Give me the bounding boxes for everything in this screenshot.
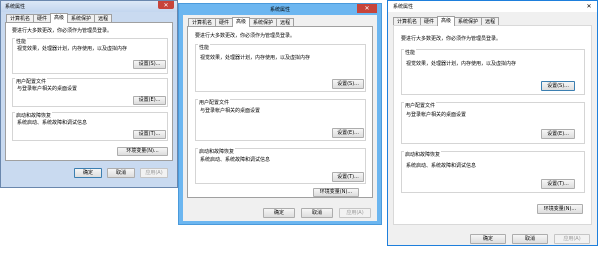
user-profiles-label: 用户配置文件 (198, 99, 231, 106)
user-profiles-desc: 与登录帐户相关的桌面设置 (200, 108, 261, 114)
performance-desc: 视觉效果，处理器计划，内存使用，以及虚拟内存 (406, 61, 517, 67)
user-profiles-group: 用户配置文件 与登录帐户相关的桌面设置 设置(E)... (401, 102, 585, 144)
performance-desc: 视觉效果，处理器计划，内存使用，以及虚拟内存 (17, 46, 128, 52)
cancel-button[interactable]: 取消 (107, 168, 135, 178)
admin-notice: 要进行大多数更改，你必须作为管理员登录。 (12, 28, 113, 34)
performance-settings-button[interactable]: 设置(S)... (133, 60, 166, 69)
startup-recovery-settings-button[interactable]: 设置(T)... (332, 172, 364, 182)
performance-desc: 视觉效果，处理器计划，内存使用，以及虚拟内存 (200, 55, 311, 61)
ok-button[interactable]: 确定 (263, 208, 295, 218)
startup-recovery-desc: 系统启动、系统故障和调试信息 (200, 157, 271, 163)
ok-button[interactable]: 确定 (470, 234, 506, 244)
title-bar: 系统属性 ✕ (179, 4, 381, 15)
admin-notice: 要进行大多数更改，你必须作为管理员登录。 (401, 36, 502, 42)
user-profiles-label: 用户配置文件 (15, 78, 48, 85)
startup-recovery-settings-button[interactable]: 设置(T)... (133, 130, 166, 139)
tab-panel-advanced: 要进行大多数更改，你必须作为管理员登录。 性能 视觉效果，处理器计划，内存使用，… (5, 22, 173, 161)
user-profiles-settings-button[interactable]: 设置(E)... (133, 96, 166, 105)
user-profiles-group: 用户配置文件 与登录帐户相关的桌面设置 设置(E)... (12, 78, 168, 107)
startup-recovery-desc: 系统启动、系统故障和调试信息 (406, 163, 477, 169)
performance-label: 性能 (15, 38, 28, 45)
user-profiles-label: 用户配置文件 (404, 102, 437, 109)
performance-label: 性能 (404, 49, 417, 56)
environment-variables-button[interactable]: 环境变量(N)... (117, 147, 168, 156)
performance-group: 性能 视觉效果，处理器计划，内存使用，以及虚拟内存 设置(S)... (401, 49, 585, 95)
startup-recovery-label: 启动和故障恢复 (198, 148, 236, 155)
apply-button: 应用(A) (554, 234, 590, 244)
startup-recovery-group: 启动和故障恢复 系统启动、系统故障和调试信息 设置(T)... (12, 112, 168, 141)
tab-panel-advanced: 要进行大多数更改，你必须作为管理员登录。 性能 视觉效果，处理器计划，内存使用，… (187, 26, 373, 198)
system-properties-window-win8: 系统属性 ✕ 计算机名 硬件 高级 系统保护 远程 要进行大多数更改，你必须作为… (178, 3, 382, 225)
close-button[interactable]: ✕ (158, 1, 174, 9)
title-bar: 系统属性 ✕ (1, 1, 177, 12)
cancel-button[interactable]: 取消 (512, 234, 548, 244)
environment-variables-button[interactable]: 环境变量(N)... (537, 204, 583, 214)
performance-label: 性能 (198, 44, 211, 51)
close-button[interactable]: ✕ (581, 1, 597, 12)
close-icon: ✕ (586, 3, 592, 10)
startup-recovery-settings-button[interactable]: 设置(T)... (541, 179, 575, 189)
tab-advanced[interactable]: 高级 (437, 16, 456, 26)
system-properties-window-win7: 系统属性 ✕ 计算机名 硬件 高级 系统保护 远程 要进行大多数更改，你必须作为… (0, 0, 178, 188)
apply-button: 应用(A) (339, 208, 371, 218)
startup-recovery-group: 启动和故障恢复 系统启动、系统故障和调试信息 设置(T)... (195, 148, 366, 184)
ok-button[interactable]: 确定 (74, 168, 102, 178)
startup-recovery-label: 启动和故障恢复 (404, 151, 442, 158)
admin-notice: 要进行大多数更改，你必须作为管理员登录。 (195, 33, 296, 39)
tab-panel-advanced: 要进行大多数更改，你必须作为管理员登录。 性能 视觉效果，处理器计划，内存使用，… (393, 25, 592, 225)
startup-recovery-label: 启动和故障恢复 (15, 112, 53, 119)
close-icon: ✕ (364, 5, 370, 12)
user-profiles-settings-button[interactable]: 设置(E)... (541, 129, 575, 139)
window-title: 系统属性 (5, 4, 26, 10)
tab-advanced[interactable]: 高级 (50, 13, 69, 23)
startup-recovery-desc: 系统启动、系统故障和调试信息 (17, 120, 88, 126)
tab-advanced[interactable]: 高级 (232, 17, 251, 27)
window-body: 计算机名 硬件 高级 系统保护 远程 要进行大多数更改，你必须作为管理员登录。 … (183, 15, 377, 221)
performance-group: 性能 视觉效果，处理器计划，内存使用，以及虚拟内存 设置(S)... (195, 44, 366, 92)
user-profiles-settings-button[interactable]: 设置(E)... (332, 128, 364, 138)
apply-button: 应用(A) (140, 168, 168, 178)
window-title: 系统属性 (393, 4, 414, 10)
user-profiles-desc: 与登录帐户相关的桌面设置 (17, 86, 78, 92)
user-profiles-group: 用户配置文件 与登录帐户相关的桌面设置 设置(E)... (195, 99, 366, 141)
performance-settings-button[interactable]: 设置(S)... (541, 81, 575, 91)
performance-settings-button[interactable]: 设置(S)... (332, 79, 364, 89)
title-bar: 系统属性 ✕ (388, 1, 597, 12)
system-properties-window-win10: 系统属性 ✕ 计算机名 硬件 高级 系统保护 远程 要进行大多数更改，你必须作为… (387, 0, 598, 246)
close-icon: ✕ (163, 1, 169, 9)
environment-variables-button[interactable]: 环境变量(N)... (313, 188, 359, 197)
close-button[interactable]: ✕ (357, 4, 377, 13)
window-title: 系统属性 (269, 7, 290, 13)
startup-recovery-group: 启动和故障恢复 系统启动、系统故障和调试信息 设置(T)... (401, 151, 585, 193)
performance-group: 性能 视觉效果，处理器计划，内存使用，以及虚拟内存 设置(S)... (12, 38, 168, 74)
cancel-button[interactable]: 取消 (301, 208, 333, 218)
user-profiles-desc: 与登录帐户相关的桌面设置 (406, 112, 467, 118)
